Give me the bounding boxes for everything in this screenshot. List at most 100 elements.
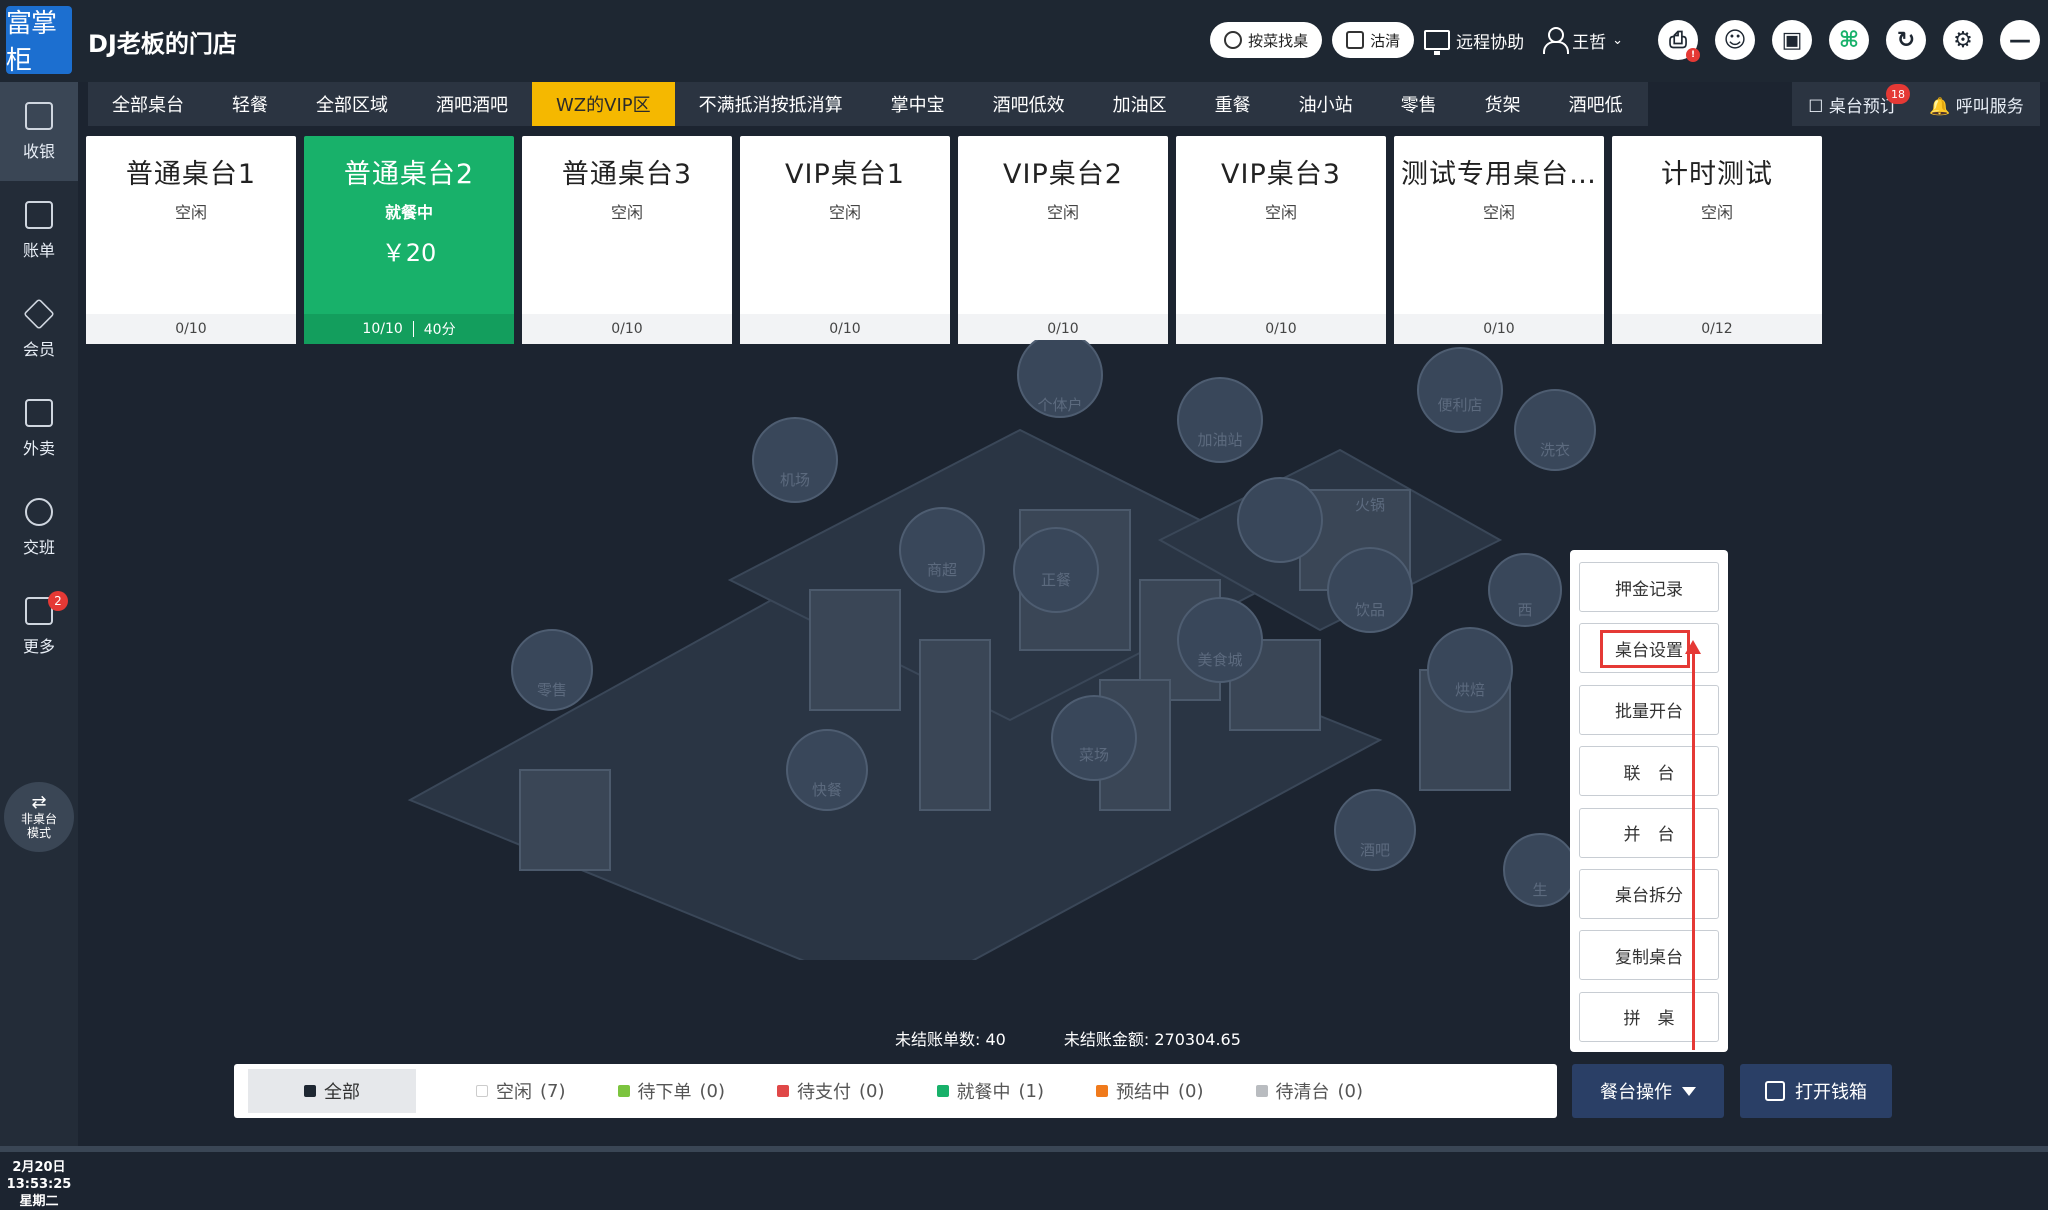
link-tables-item[interactable]: 联 台 (1579, 746, 1719, 797)
svg-text:快餐: 快餐 (812, 781, 842, 799)
highlight-box (1600, 630, 1690, 668)
sidebar-item-cashier[interactable]: 收银 (0, 82, 78, 181)
reserve-badge: 18 (1886, 84, 1910, 104)
minus-icon: — (2009, 27, 2031, 53)
chevron-down-icon: ⌄ (1612, 32, 1623, 48)
copy-table-item[interactable]: 复制桌台 (1579, 930, 1719, 981)
status-swatch (617, 1085, 630, 1097)
unsettled-summary: 未结账单数: 40 未结账金额: 270304.65 (895, 1030, 1241, 1049)
bill-icon (25, 200, 53, 229)
support-button[interactable]: ☺ (1715, 20, 1755, 60)
svg-text:便利店: 便利店 (1437, 396, 1482, 414)
merge-tables-item[interactable]: 并 台 (1579, 807, 1719, 858)
user-icon (1542, 27, 1570, 54)
category-bubble (1013, 527, 1099, 613)
diamond-icon (23, 297, 55, 330)
table-card[interactable]: 计时测试 空闲 0/12 (1612, 136, 1822, 344)
monitor-icon (1424, 30, 1451, 55)
tab-retail[interactable]: 零售 (1377, 82, 1461, 126)
filter-all[interactable]: 全部 (248, 1069, 416, 1113)
refresh-button[interactable]: ↻ (1886, 20, 1926, 60)
svg-text:个体户: 个体户 (1037, 396, 1082, 414)
share-table-item[interactable]: 拼 桌 (1579, 991, 1719, 1042)
reserve-button[interactable]: ☐ 桌台预订 (1808, 92, 1897, 117)
category-bubble (1051, 695, 1137, 781)
filter-dining[interactable]: 就餐中 (1) (915, 1069, 1067, 1113)
building (809, 589, 901, 711)
settings-button[interactable]: ⚙ (1943, 20, 1983, 60)
tab-bar-low[interactable]: 酒吧低效 (969, 82, 1089, 126)
printer-button[interactable]: ⎙ ! (1658, 20, 1700, 62)
svg-text:加油站: 加油站 (1197, 431, 1242, 449)
table-card[interactable]: VIP桌台2 空闲 0/10 (958, 136, 1168, 344)
batch-open-item[interactable]: 批量开台 (1579, 684, 1719, 735)
status-swatch (936, 1085, 949, 1097)
sidebar-item-more[interactable]: 更多 2 (0, 577, 78, 676)
display-button[interactable]: ▣ (1772, 20, 1812, 60)
svg-text:火锅: 火锅 (1355, 496, 1385, 514)
tab-all-areas[interactable]: 全部区域 (292, 82, 412, 126)
cash-drawer-icon (1765, 1081, 1785, 1101)
tab-shelf[interactable]: 货架 (1461, 82, 1545, 126)
split-table-item[interactable]: 桌台拆分 (1579, 868, 1719, 919)
table-operations-button[interactable]: 餐台操作 (1572, 1064, 1724, 1118)
call-service-button[interactable]: 🔔 呼叫服务 (1929, 92, 2024, 117)
sidebar-item-shift[interactable]: 交班 (0, 478, 78, 577)
person-icon (25, 497, 53, 526)
svg-text:菜场: 菜场 (1079, 746, 1109, 764)
tab-bar-low-2[interactable]: 酒吧低 (1545, 82, 1647, 126)
store-name: DJ老板的门店 (88, 30, 237, 58)
filter-to-clean[interactable]: 待清台 (0) (1234, 1069, 1386, 1113)
table-card[interactable]: 普通桌台3 空闲 0/10 (522, 136, 732, 344)
open-cash-drawer-button[interactable]: 打开钱箱 (1740, 1064, 1892, 1118)
tab-wz-vip[interactable]: WZ的VIP区 (532, 82, 675, 126)
category-bubble (1177, 377, 1263, 463)
city-background-illustration: 个体户 便利店 加油站 洗衣 机场 饮品 商超 正餐 火锅 西 美食城 烘焙 零… (407, 340, 1596, 960)
table-card-busy[interactable]: 普通桌台2 就餐中 ￥20 10/10 40分 (304, 136, 514, 344)
sold-out-button[interactable]: 沽清 (1332, 22, 1415, 58)
sidebar-item-delivery[interactable]: 外卖 (0, 379, 78, 478)
svg-text:零售: 零售 (537, 681, 567, 699)
category-bubble (1237, 477, 1323, 563)
svg-text:正餐: 正餐 (1041, 571, 1071, 589)
tab-offset[interactable]: 不满抵消按抵消算 (675, 82, 867, 126)
scooter-icon (25, 398, 53, 427)
tab-light-meal[interactable]: 轻餐 (208, 82, 292, 126)
table-card[interactable]: 普通桌台1 空闲 0/10 (86, 136, 296, 344)
tab-heavy-meal[interactable]: 重餐 (1191, 82, 1275, 126)
tab-fuel-area[interactable]: 加油区 (1089, 82, 1191, 126)
top-bar: 富掌柜 DJ老板的门店 按菜找桌 沽清 远程协助 王哲 ⌄ ⎙ ! ☺ ▣ ⌘ … (0, 0, 2048, 82)
filter-idle[interactable]: 空闲 (7) (454, 1069, 588, 1113)
tab-gas-station[interactable]: 油小站 (1275, 82, 1377, 126)
non-table-mode-button[interactable]: ⇄ 非桌台 模式 (4, 782, 74, 852)
wifi-button[interactable]: ⌘ (1829, 20, 1869, 60)
user-menu[interactable]: 王哲 ⌄ (1542, 27, 1623, 54)
table-card[interactable]: VIP桌台3 空闲 0/10 (1176, 136, 1386, 344)
search-by-dish-button[interactable]: 按菜找桌 (1210, 22, 1323, 58)
sidebar-item-members[interactable]: 会员 (0, 280, 78, 379)
wifi-icon: ⌘ (1838, 27, 1860, 53)
filter-pre-settle[interactable]: 预结中 (0) (1074, 1069, 1226, 1113)
app-logo: 富掌柜 (6, 6, 72, 76)
status-swatch (1255, 1085, 1268, 1097)
annotation-arrow (1685, 640, 1701, 1050)
filter-pending-order[interactable]: 待下单 (0) (596, 1069, 748, 1113)
remote-help-button[interactable]: 远程协助 (1424, 28, 1524, 55)
tab-all-tables[interactable]: 全部桌台 (88, 82, 208, 126)
tab-zhangzhongbao[interactable]: 掌中宝 (867, 82, 969, 126)
svg-text:洗衣: 洗衣 (1540, 441, 1570, 459)
filter-pending-payment[interactable]: 待支付 (0) (755, 1069, 907, 1113)
deposit-records-item[interactable]: 押金记录 (1579, 562, 1719, 612)
minimize-button[interactable]: — (2000, 20, 2040, 60)
sidebar-item-bills[interactable]: 账单 (0, 181, 78, 280)
tab-bar[interactable]: 酒吧酒吧 (412, 82, 532, 126)
category-bubble (1417, 347, 1503, 433)
clipboard-icon (1346, 31, 1365, 49)
table-card[interactable]: 测试专用桌台… 空闲 0/10 (1394, 136, 1604, 344)
table-card[interactable]: VIP桌台1 空闲 0/10 (740, 136, 950, 344)
search-icon (1224, 31, 1243, 49)
area-tabs: 全部桌台 轻餐 全部区域 酒吧酒吧 WZ的VIP区 不满抵消按抵消算 掌中宝 酒… (88, 82, 1648, 126)
bell-icon: 🔔 (1929, 96, 1951, 117)
svg-text:生: 生 (1532, 881, 1547, 899)
status-filter-bar: 全部 空闲 (7) 待下单 (0) 待支付 (0) 就餐中 (1) 预结中 (0… (234, 1064, 1557, 1118)
